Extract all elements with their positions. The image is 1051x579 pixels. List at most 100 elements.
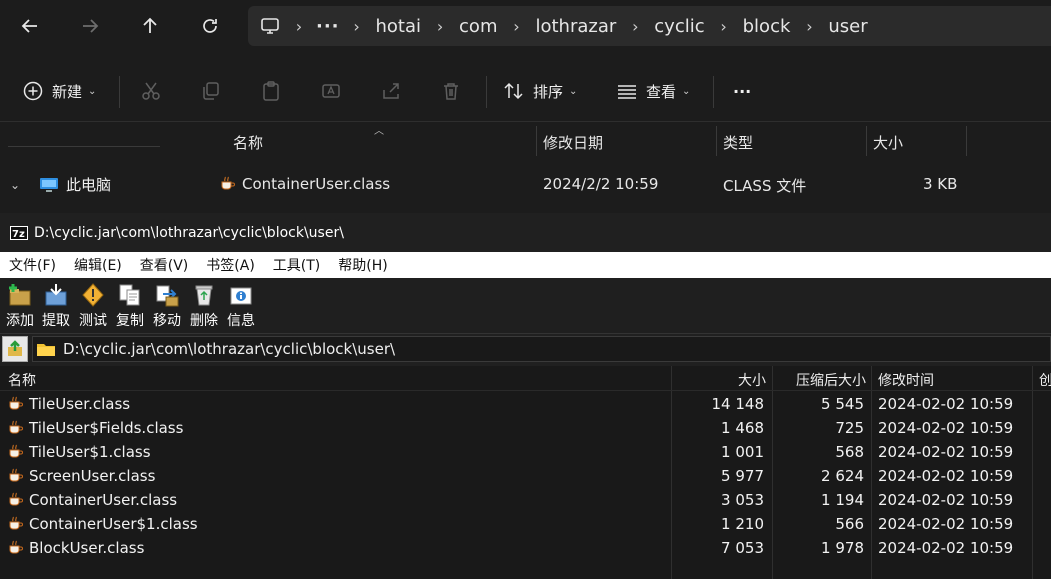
file-size: 14 148 <box>711 395 765 413</box>
archive-manager-window: 7z D:\cyclic.jar\com\lothrazar\cyclic\bl… <box>0 213 1051 579</box>
chevron-right-icon: › <box>720 16 727 36</box>
breadcrumb-segment[interactable]: lothrazar <box>523 16 628 37</box>
menu-edit[interactable]: 编辑(E) <box>65 255 131 275</box>
move-button[interactable]: 移动 <box>147 282 187 330</box>
column-size[interactable]: 大小 <box>873 132 903 153</box>
new-button[interactable]: 新建 ⌄ <box>22 74 96 108</box>
file-row[interactable]: ContainerUser.class 2024/2/2 10:59 CLASS… <box>194 170 1051 198</box>
file-modified: 2024-02-02 10:59 <box>878 539 1014 557</box>
up-button[interactable] <box>130 6 170 46</box>
file-packed-size: 2 624 <box>821 467 864 485</box>
column-divider[interactable] <box>536 126 537 156</box>
nav-item-this-pc[interactable]: ⌄ 此电脑 <box>10 174 111 195</box>
column-name[interactable]: 名称 <box>233 132 263 153</box>
java-class-icon <box>221 176 235 190</box>
column-size[interactable]: 大小 <box>672 370 766 390</box>
table-row[interactable]: ScreenUser.class 5 977 2 624 2024-02-02 10:… <box>0 464 1051 488</box>
chevron-down-icon[interactable]: ⌄ <box>10 178 30 192</box>
table-row[interactable]: TileUser$1.class 1 001 568 2024-02-02 10:59 <box>0 440 1051 464</box>
java-class-icon <box>9 492 23 506</box>
column-type[interactable]: 类型 <box>723 132 753 153</box>
menu-bar: 文件(F) 编辑(E) 查看(V) 书签(A) 工具(T) 帮助(H) <box>0 252 1051 278</box>
rename-button[interactable] <box>320 74 342 108</box>
table-row[interactable]: BlockUser.class 7 053 1 978 2024-02-02 10:5… <box>0 536 1051 560</box>
column-created[interactable]: 创 <box>1039 370 1051 390</box>
table-row[interactable]: TileUser.class 14 148 5 545 2024-02-02 10:5… <box>0 392 1051 416</box>
file-modified: 2024/2/2 10:59 <box>543 175 659 193</box>
file-name: BlockUser.class <box>29 539 145 557</box>
copy-files-button[interactable]: 复制 <box>110 282 150 330</box>
extract-icon <box>45 284 67 306</box>
sort-button[interactable]: 排序 ⌄ <box>503 74 577 108</box>
file-packed-size: 5 545 <box>821 395 864 413</box>
file-name: ContainerUser.class <box>242 175 391 193</box>
move-icon <box>156 285 179 307</box>
file-name: ScreenUser.class <box>29 467 156 485</box>
file-name-cell: ContainerUser.class <box>220 175 390 193</box>
file-size: 1 001 <box>721 443 764 461</box>
divider <box>8 146 160 147</box>
column-name[interactable]: 名称 <box>8 370 36 390</box>
delete-files-label: 删除 <box>190 313 218 329</box>
address-bar[interactable]: › ··· › hotai › com › lothrazar › cyclic… <box>248 6 1051 46</box>
extract-button[interactable]: 提取 <box>36 282 76 330</box>
menu-file[interactable]: 文件(F) <box>0 255 65 275</box>
menu-tools[interactable]: 工具(T) <box>264 255 329 275</box>
svg-text:7z: 7z <box>12 229 25 240</box>
delete-button[interactable] <box>440 74 462 108</box>
parent-folder-button[interactable] <box>2 336 28 362</box>
file-modified: 2024-02-02 10:59 <box>878 491 1014 509</box>
delete-files-button[interactable]: 删除 <box>184 282 224 330</box>
breadcrumb-more[interactable]: ··· <box>306 16 350 37</box>
paste-button[interactable] <box>260 74 282 108</box>
refresh-button[interactable] <box>190 6 230 46</box>
7zip-app-icon: 7z <box>10 225 28 240</box>
this-pc-label: 此电脑 <box>66 176 112 194</box>
breadcrumb-segment[interactable]: user <box>816 16 879 37</box>
view-lines-icon <box>618 85 636 99</box>
chevron-down-icon: ⌄ <box>569 85 578 97</box>
column-modified[interactable]: 修改时间 <box>878 370 934 390</box>
column-packed-size[interactable]: 压缩后大小 <box>773 370 866 390</box>
forward-button[interactable] <box>70 6 110 46</box>
monitor-icon <box>248 17 292 35</box>
file-packed-size: 725 <box>835 419 864 437</box>
breadcrumb-segment[interactable]: cyclic <box>642 16 716 37</box>
plus-circle-icon <box>23 81 43 101</box>
menu-view[interactable]: 查看(V) <box>131 255 198 275</box>
table-row[interactable]: ContainerUser.class 3 053 1 194 2024-02-02 … <box>0 488 1051 512</box>
chevron-right-icon: › <box>295 16 303 36</box>
window-title-bar[interactable]: 7z D:\cyclic.jar\com\lothrazar\cyclic\bl… <box>0 213 1051 252</box>
table-row[interactable]: ContainerUser$1.class 1 210 566 2024-02-02 … <box>0 512 1051 536</box>
file-size: 3 KB <box>923 175 958 193</box>
archive-path-input[interactable]: D:\cyclic.jar\com\lothrazar\cyclic\block… <box>32 336 1051 362</box>
chevron-right-icon: › <box>513 16 520 36</box>
file-modified: 2024-02-02 10:59 <box>878 443 1014 461</box>
breadcrumb-segment[interactable]: com <box>447 16 509 37</box>
column-divider[interactable] <box>866 126 867 156</box>
back-button[interactable] <box>10 6 50 46</box>
info-button[interactable]: 信息 <box>221 282 261 330</box>
file-name-cell: TileUser$Fields.class <box>8 419 183 437</box>
more-options-button[interactable]: ··· <box>733 74 751 108</box>
test-icon <box>82 283 104 307</box>
cut-button[interactable] <box>140 74 162 108</box>
view-button[interactable]: 查看 ⌄ <box>616 74 690 108</box>
column-divider[interactable] <box>966 126 967 156</box>
table-row[interactable]: TileUser$Fields.class 1 468 725 2024-02-02 … <box>0 416 1051 440</box>
copy-button[interactable] <box>200 74 222 108</box>
menu-help[interactable]: 帮助(H) <box>329 255 396 275</box>
folder-icon <box>37 344 55 356</box>
breadcrumb-segment[interactable]: hotai <box>364 16 434 37</box>
java-class-icon <box>9 516 23 530</box>
menu-bookmarks[interactable]: 书签(A) <box>197 255 264 275</box>
share-icon <box>383 83 399 99</box>
column-divider[interactable] <box>716 126 717 156</box>
breadcrumb-segment[interactable]: block <box>731 16 803 37</box>
test-button[interactable]: 测试 <box>73 282 113 330</box>
column-modified[interactable]: 修改日期 <box>543 132 603 153</box>
file-modified: 2024-02-02 10:59 <box>878 467 1014 485</box>
add-button[interactable]: 添加 <box>0 282 40 330</box>
move-label: 移动 <box>153 313 181 329</box>
share-button[interactable] <box>380 74 402 108</box>
